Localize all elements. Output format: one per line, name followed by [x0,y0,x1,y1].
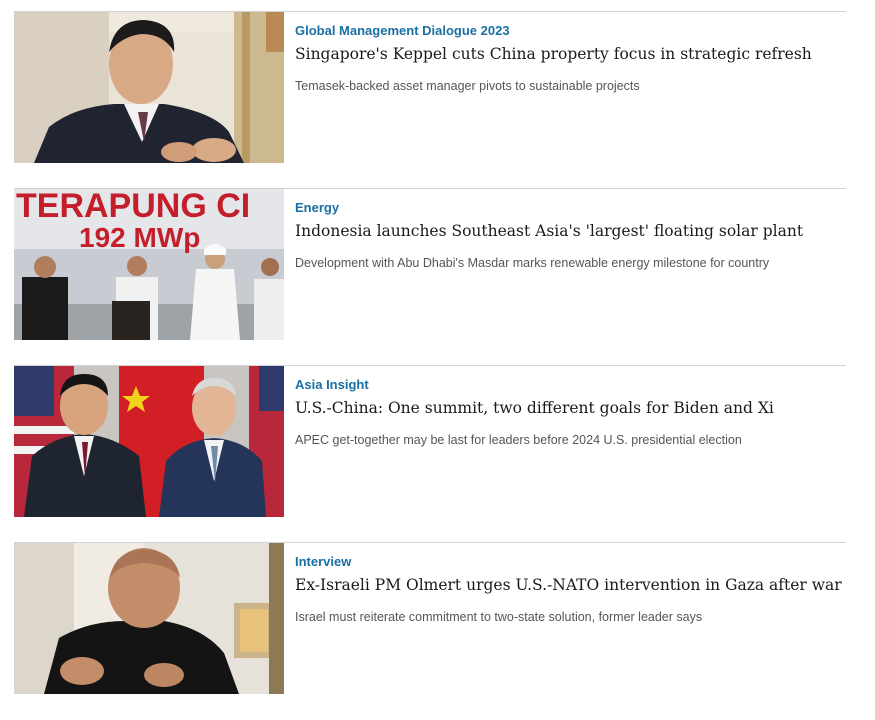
interview-portrait-photo[interactable] [14,543,284,694]
article-subhead: Israel must reiterate commitment to two-… [295,610,703,624]
executive-speaking-photo[interactable] [14,12,284,163]
article-card-summit[interactable]: Asia Insight U.S.-China: One summit, two… [14,365,846,543]
article-headline[interactable]: Indonesia launches Southeast Asia's 'lar… [295,222,803,240]
article-card-solar[interactable]: TERAPUNG CI 192 MWp Energy Indonesia lau… [14,188,846,366]
banner-text-line1: TERAPUNG CI [16,189,250,225]
article-category[interactable]: Interview [295,554,351,569]
article-subhead: Temasek-backed asset manager pivots to s… [295,79,640,93]
article-category[interactable]: Energy [295,200,339,215]
leaders-summit-photo[interactable] [14,366,284,517]
article-category[interactable]: Asia Insight [295,377,369,392]
banner-text-line2: 192 MWp [79,222,200,253]
article-headline[interactable]: Ex-Israeli PM Olmert urges U.S.-NATO int… [295,576,842,594]
article-card-olmert[interactable]: Interview Ex-Israeli PM Olmert urges U.S… [14,542,846,720]
article-category[interactable]: Global Management Dialogue 2023 [295,23,510,38]
article-subhead: Development with Abu Dhabi's Masdar mark… [295,256,770,270]
solar-plant-launch-photo[interactable]: TERAPUNG CI 192 MWp [14,189,284,340]
article-headline[interactable]: Singapore's Keppel cuts China property f… [295,45,812,63]
article-headline[interactable]: U.S.-China: One summit, two different go… [295,399,774,417]
article-subhead: APEC get-together may be last for leader… [295,433,742,447]
article-card-keppel[interactable]: Global Management Dialogue 2023 Singapor… [14,11,846,189]
